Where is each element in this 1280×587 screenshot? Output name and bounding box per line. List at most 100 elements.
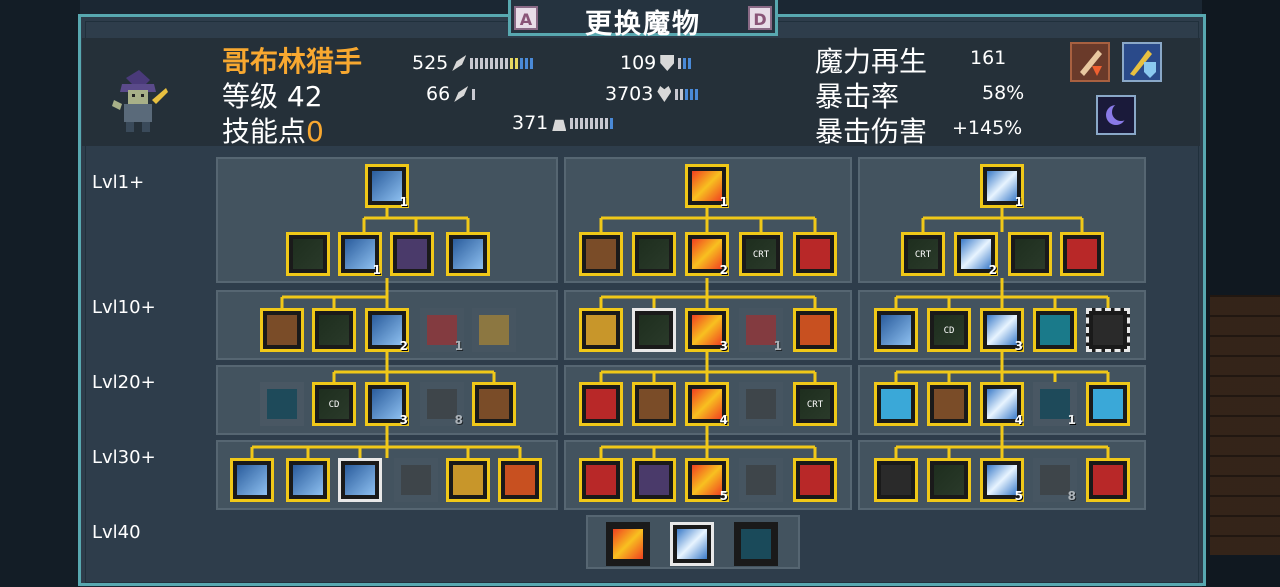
stat-defense: 109 xyxy=(620,51,692,75)
t1-r1-scroll-skill[interactable]: 1 xyxy=(338,232,382,277)
prev-monster-key-a[interactable]: A xyxy=(514,6,538,30)
mana-regen-value: 161 xyxy=(970,47,1007,69)
ultimate-fire-skill[interactable] xyxy=(606,522,650,566)
t3-r3-gold-slash-skill[interactable] xyxy=(927,382,971,426)
t3-r1-crt-skill[interactable]: CRT xyxy=(901,232,945,276)
t2-r1-sword-skill[interactable] xyxy=(579,232,623,276)
t3-r4-flask-skill[interactable] xyxy=(874,458,918,502)
staff-shield-item-icon[interactable] xyxy=(1122,42,1162,82)
t2-r3-locked-skill[interactable] xyxy=(739,382,783,426)
t3-r4-red-shield-skill[interactable] xyxy=(1086,458,1130,502)
row-label-lvl10: Lvl10+ xyxy=(92,297,156,318)
moon-item-icon[interactable] xyxy=(1096,95,1136,135)
t1-r2-target-skill[interactable] xyxy=(260,308,304,352)
t2-r3-flame-skill[interactable] xyxy=(632,382,676,426)
t2-r4-red-dots-skill[interactable] xyxy=(579,458,623,502)
t1-r4-signal-skill[interactable] xyxy=(498,458,542,502)
skill-points: 技能点0 xyxy=(222,115,324,148)
t3-r1-ice-slash-skill[interactable]: 2 xyxy=(954,232,998,277)
t1-r4-locked-skill[interactable] xyxy=(394,458,438,502)
t1-r3-blue-gear-skill[interactable] xyxy=(260,382,304,426)
t1-root-skill[interactable]: 1 xyxy=(365,164,409,209)
t2-r1-hp-skill[interactable] xyxy=(632,232,676,276)
t1-r1-goblin-skill[interactable] xyxy=(390,232,434,276)
scroll-icon xyxy=(372,315,402,345)
ice-fist-icon xyxy=(881,315,911,345)
t1-r2-locked-scroll-skill[interactable] xyxy=(472,308,516,352)
fire-slash-icon xyxy=(692,465,722,495)
t2-r2-fire-slash-skill[interactable]: 3 xyxy=(685,308,729,353)
fire-slash-icon xyxy=(692,171,722,201)
next-monster-key-d[interactable]: D xyxy=(748,6,772,30)
background-brick-wall xyxy=(1210,295,1280,555)
gold-scroll-icon xyxy=(479,315,509,345)
t2-r4-dark-wing-skill[interactable] xyxy=(632,458,676,502)
t1-r4-gold-scroll-skill[interactable] xyxy=(446,458,490,502)
t1-r3-shield-skill[interactable] xyxy=(472,382,516,426)
crown-scroll-icon xyxy=(293,465,323,495)
t3-r2-fist-skill[interactable] xyxy=(874,308,918,352)
t1-r1-blue-hand-skill[interactable] xyxy=(446,232,490,276)
locked-icon xyxy=(427,389,457,419)
t2-r2-orb-skill[interactable] xyxy=(793,308,837,352)
t2-r3-burst-skill[interactable] xyxy=(579,382,623,426)
t1-r1-hp-skill[interactable] xyxy=(286,232,330,276)
ultimate-storm-skill[interactable] xyxy=(734,522,778,566)
t2-r4-locked-skill[interactable] xyxy=(739,458,783,502)
t3-r4-hp-skill[interactable] xyxy=(927,458,971,502)
row-label-lvl30: Lvl30+ xyxy=(92,447,156,468)
t2-r2-moon-skill[interactable] xyxy=(579,308,623,352)
t2-r2-locked-skill[interactable]: 1 xyxy=(739,308,783,353)
t1-r3-locked-skill[interactable]: 8 xyxy=(420,382,464,427)
t3-r3-frost-burst-skill[interactable] xyxy=(1086,382,1130,426)
attack-up-item-icon[interactable] xyxy=(1070,42,1110,82)
ultimate-ice-skill[interactable] xyxy=(670,522,714,566)
ice-slash-icon xyxy=(961,239,991,269)
t2-r1-crt-skill[interactable]: CRT xyxy=(739,232,783,276)
t3-r4-ice-slash-skill[interactable]: 5 xyxy=(980,458,1024,503)
t3-r2-orb-skill[interactable] xyxy=(1033,308,1077,352)
t3-r2-ice-slash-skill[interactable]: 3 xyxy=(980,308,1024,353)
t2-r3-crt-skill[interactable]: CRT xyxy=(793,382,837,426)
t1-r4-crown-skill[interactable] xyxy=(286,458,330,502)
t3-r3-ice-shard-skill[interactable] xyxy=(874,382,918,426)
t3-r3-dark-ice-skill[interactable]: 1 xyxy=(1033,382,1077,427)
t1-r2-locked-red-skill[interactable]: 1 xyxy=(420,308,464,353)
t2-r2-magic-bars-skill[interactable] xyxy=(632,308,676,352)
t2-r3-fire-slash-skill[interactable]: 4 xyxy=(685,382,729,427)
t2-r1-fire-slash-skill[interactable]: 2 xyxy=(685,232,729,277)
t3-r3-ice-slash-skill[interactable]: 4 xyxy=(980,382,1024,427)
t2-r4-fire-slash-skill[interactable]: 5 xyxy=(685,458,729,503)
ice-storm-icon xyxy=(1040,389,1070,419)
row-label-lvl20: Lvl20+ xyxy=(92,372,156,393)
boot-icon xyxy=(552,119,567,131)
cooldown-icon: CD xyxy=(319,389,349,419)
heart-bars-icon xyxy=(934,465,964,495)
t2-r1-fire-plus-skill[interactable] xyxy=(793,232,837,276)
t1-r2-scroll-skill[interactable]: 2 xyxy=(365,308,409,353)
shield-burst-icon xyxy=(479,389,509,419)
t1-r3-scroll-skill[interactable]: 3 xyxy=(365,382,409,427)
t2-root-skill[interactable]: 1 xyxy=(685,164,729,209)
t3-r2-bag-skill[interactable] xyxy=(1086,308,1130,352)
scroll-plus-icon xyxy=(345,465,375,495)
t1-r2-hp-skill[interactable] xyxy=(312,308,356,352)
row-label-lvl1: Lvl1+ xyxy=(92,172,145,193)
t1-r4-plus-skill[interactable] xyxy=(338,458,382,502)
scroll-icon xyxy=(372,171,402,201)
t3-r1-red-plus-skill[interactable] xyxy=(1060,232,1104,276)
flask-icon xyxy=(881,465,911,495)
t2-r4-drop-plus-skill[interactable] xyxy=(793,458,837,502)
t3-r1-hp-skill[interactable] xyxy=(1008,232,1052,276)
t1-r3-cd-skill[interactable]: CD xyxy=(312,382,356,426)
t3-root-skill[interactable]: 1 xyxy=(980,164,1024,209)
t3-r2-cd-skill[interactable]: CD xyxy=(927,308,971,352)
crit-rate-value: 58% xyxy=(982,82,1025,104)
t1-r4-gear-skill[interactable] xyxy=(230,458,274,502)
shield-icon xyxy=(660,55,675,71)
background-left xyxy=(0,0,80,587)
locked-icon xyxy=(746,465,776,495)
crit-damage-label: 暴击伤害 xyxy=(815,115,928,148)
t3-r4-locked-skill[interactable]: 8 xyxy=(1033,458,1077,503)
signal-waves-icon xyxy=(505,465,535,495)
